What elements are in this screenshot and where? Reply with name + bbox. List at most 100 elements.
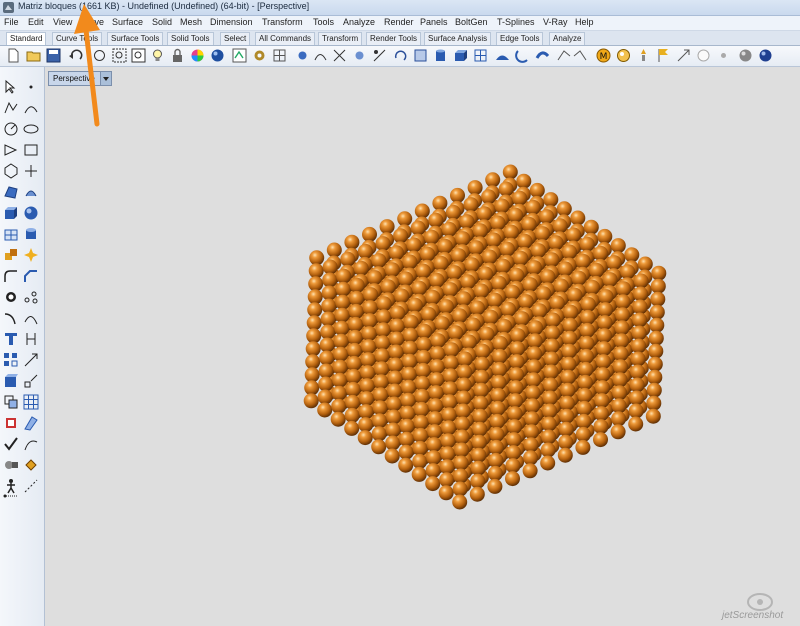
- sweep-icon[interactable]: [535, 48, 550, 63]
- boolean-union-icon[interactable]: [3, 247, 19, 263]
- chamfer-icon[interactable]: [23, 268, 39, 284]
- zoom-extents-icon[interactable]: [131, 48, 146, 63]
- array-icon[interactable]: [3, 352, 19, 368]
- points-icon[interactable]: [23, 289, 39, 305]
- menu-render[interactable]: Render: [384, 17, 414, 27]
- solid-sphere-icon[interactable]: [23, 205, 39, 221]
- sphere: [427, 424, 443, 440]
- dashed-line-icon[interactable]: [23, 478, 39, 494]
- tab-analyze[interactable]: Analyze: [549, 32, 586, 45]
- lock-icon[interactable]: [170, 48, 185, 63]
- tab-standard[interactable]: Standard: [6, 32, 47, 45]
- circle-tool-icon[interactable]: [3, 121, 19, 137]
- extrude-curve-icon[interactable]: [23, 184, 39, 200]
- sphere: [490, 400, 506, 416]
- dot-icon[interactable]: [716, 48, 731, 63]
- trim-icon[interactable]: [372, 48, 387, 63]
- options-icon[interactable]: [232, 48, 247, 63]
- macro-m-icon[interactable]: M: [596, 48, 611, 63]
- color-wheel-icon[interactable]: [190, 48, 205, 63]
- copy-icon[interactable]: [3, 394, 19, 410]
- flag-icon[interactable]: [656, 48, 671, 63]
- open-folder-icon[interactable]: [26, 48, 41, 63]
- menu-edit[interactable]: Edit: [28, 17, 44, 27]
- point-tool-icon[interactable]: [23, 79, 39, 95]
- cylinder-icon[interactable]: [433, 48, 448, 63]
- curve-tool-icon[interactable]: [313, 48, 328, 63]
- arc-tool-icon[interactable]: [3, 142, 19, 158]
- menu-panels[interactable]: Panels: [420, 17, 448, 27]
- solid-box-icon[interactable]: [3, 205, 19, 221]
- curve-2-icon[interactable]: [573, 48, 588, 63]
- grid-snap-icon[interactable]: [272, 48, 287, 63]
- gear-icon[interactable]: [252, 48, 267, 63]
- tab-surface-analysis[interactable]: Surface Analysis: [424, 32, 492, 45]
- dimension-icon[interactable]: [23, 331, 39, 347]
- box-icon[interactable]: [453, 48, 468, 63]
- sweep-tool-icon[interactable]: [23, 415, 39, 431]
- split-icon[interactable]: [332, 48, 347, 63]
- white-sphere-icon[interactable]: [696, 48, 711, 63]
- menu-file[interactable]: File: [4, 17, 19, 27]
- surface-corner-icon[interactable]: [3, 184, 19, 200]
- point-icon[interactable]: [352, 48, 367, 63]
- menu-help[interactable]: Help: [575, 17, 594, 27]
- rebuild-curve-icon[interactable]: [23, 310, 39, 326]
- analyze-icon[interactable]: [3, 415, 19, 431]
- save-icon[interactable]: [46, 48, 61, 63]
- menu-mesh[interactable]: Mesh: [180, 17, 202, 27]
- blend-curve-icon[interactable]: [3, 310, 19, 326]
- menu-transform[interactable]: Transform: [262, 17, 303, 27]
- polyline-icon[interactable]: [3, 100, 19, 116]
- text-object-icon[interactable]: [3, 331, 19, 347]
- tab-transform[interactable]: Transform: [318, 32, 363, 45]
- surface-icon[interactable]: [495, 48, 510, 63]
- blue-sphere-icon[interactable]: [758, 48, 773, 63]
- menu-tsplines[interactable]: T-Splines: [497, 17, 535, 27]
- menu-dimension[interactable]: Dimension: [210, 17, 253, 27]
- tab-select[interactable]: Select: [220, 32, 251, 45]
- paint-bucket-icon[interactable]: [23, 457, 39, 473]
- text-tool-icon[interactable]: [23, 163, 39, 179]
- render-sphere-icon[interactable]: [210, 48, 225, 63]
- polygon-tool-icon[interactable]: [3, 163, 19, 179]
- check-icon[interactable]: [3, 436, 19, 452]
- camera-icon[interactable]: [3, 457, 19, 473]
- tab-all-commands[interactable]: All Commands: [255, 32, 316, 45]
- menu-vray[interactable]: V-Ray: [543, 17, 568, 27]
- small-sphere-icon[interactable]: [295, 48, 310, 63]
- rotate-icon[interactable]: [393, 48, 408, 63]
- tab-solid-tools[interactable]: Solid Tools: [167, 32, 214, 45]
- mesh-box-icon[interactable]: [3, 226, 19, 242]
- ellipse-tool-icon[interactable]: [23, 121, 39, 137]
- tab-render-tools[interactable]: Render Tools: [366, 32, 421, 45]
- curve-1-icon[interactable]: [557, 48, 572, 63]
- arrow-icon[interactable]: [676, 48, 691, 63]
- grey-sphere-icon[interactable]: [738, 48, 753, 63]
- menu-solid[interactable]: Solid: [152, 17, 172, 27]
- tab-edge-tools[interactable]: Edge Tools: [496, 32, 544, 45]
- menu-boltgen[interactable]: BoltGen: [455, 17, 488, 27]
- new-file-icon[interactable]: [6, 48, 21, 63]
- menu-tools[interactable]: Tools: [313, 17, 334, 27]
- shaded-icon[interactable]: [616, 48, 631, 63]
- move-icon[interactable]: [23, 352, 39, 368]
- block-icon[interactable]: [3, 373, 19, 389]
- loft-icon[interactable]: [23, 436, 39, 452]
- revolve-icon[interactable]: [515, 48, 530, 63]
- cylinder-tool-icon[interactable]: [23, 226, 39, 242]
- ruler-icon[interactable]: [3, 488, 19, 504]
- scale-1d-icon[interactable]: [23, 373, 39, 389]
- lightbulb-icon[interactable]: [150, 48, 165, 63]
- light-icon[interactable]: [636, 48, 651, 63]
- menu-analyze[interactable]: Analyze: [343, 17, 375, 27]
- grid-array-icon[interactable]: [23, 394, 39, 410]
- offset-icon[interactable]: [3, 289, 19, 305]
- curve-cv-icon[interactable]: [23, 100, 39, 116]
- scale-icon[interactable]: [413, 48, 428, 63]
- mesh-icon[interactable]: [473, 48, 488, 63]
- fillet-icon[interactable]: [3, 268, 19, 284]
- rectangle-tool-icon[interactable]: [23, 142, 39, 158]
- explode-icon[interactable]: [23, 247, 39, 263]
- select-arrow-icon[interactable]: [3, 79, 19, 95]
